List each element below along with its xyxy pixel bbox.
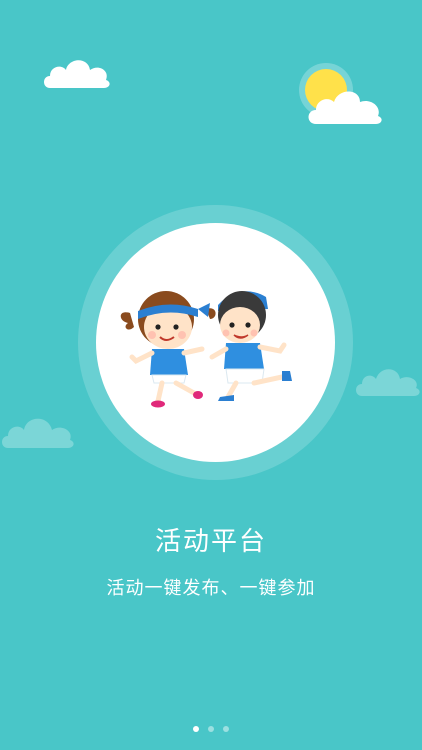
cloud-icon [40, 50, 112, 92]
page-title: 活动平台 [154, 527, 267, 557]
onboarding-screen[interactable]: 活动平台 活动一键发布、一键参加 [0, 0, 422, 750]
page-subtitle: 活动一键发布、一键参加 [106, 578, 316, 599]
cloud-icon [0, 408, 76, 452]
page-indicator [0, 726, 422, 732]
children-running-illustration [120, 288, 292, 408]
sun-icon [298, 62, 384, 128]
hero-illustration [96, 223, 335, 462]
cloud-icon [354, 362, 422, 400]
page-dot-1[interactable] [193, 726, 199, 732]
page-dot-3[interactable] [223, 726, 229, 732]
page-dot-2[interactable] [208, 726, 214, 732]
